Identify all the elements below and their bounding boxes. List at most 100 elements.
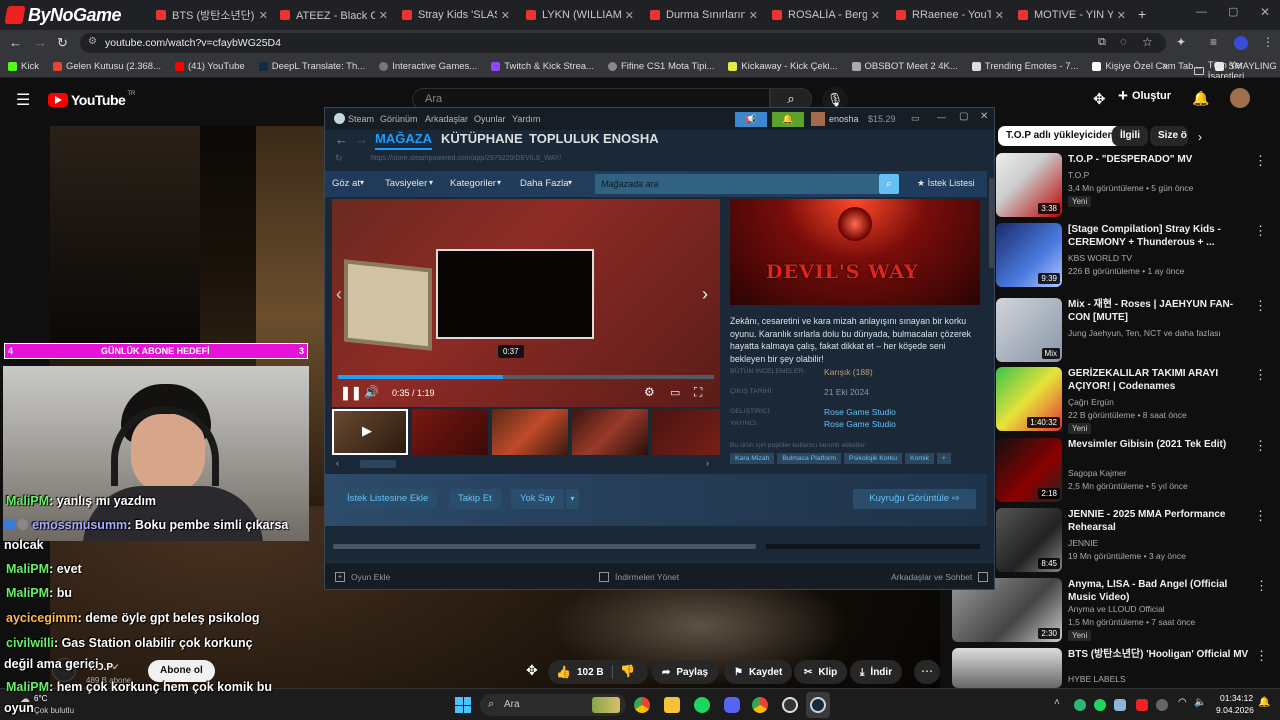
thumbnail-screenshot[interactable] bbox=[492, 409, 568, 455]
rec-video[interactable]: 8:45 JENNIE - 2025 MMA Performance Rehea… bbox=[996, 508, 1271, 576]
tag[interactable]: Psikolojik Korku bbox=[844, 453, 903, 464]
tag[interactable]: Bulmaca Platform bbox=[777, 453, 842, 464]
back-arrow-icon[interactable]: ← bbox=[335, 132, 348, 147]
ext-puzzle-icon[interactable]: ✥ bbox=[1093, 90, 1106, 108]
fullscreen-icon[interactable]: ⛶ bbox=[694, 385, 702, 400]
notifications-bell-icon[interactable]: 🔔 bbox=[1192, 90, 1209, 107]
ignore-button[interactable]: Yok Say bbox=[511, 489, 564, 509]
maximize-window-icon[interactable]: ▢ bbox=[1228, 5, 1238, 18]
more-actions-icon[interactable]: ⋮ bbox=[1254, 153, 1267, 169]
tray-expand-icon[interactable]: ˄ bbox=[1054, 697, 1060, 708]
trailer-player[interactable]: ‹ › 0:37 ❚❚ 🔊 0:35 / 1:19 ⚙ ▭ ⛶ bbox=[332, 199, 720, 407]
developer-value[interactable]: Rose Game Studio bbox=[824, 407, 896, 417]
site-info-icon[interactable]: ⚙ bbox=[88, 36, 97, 47]
youtube-logo[interactable]: YouTube TR bbox=[48, 91, 135, 108]
thumbnail-screenshot[interactable] bbox=[412, 409, 488, 455]
reload-icon[interactable]: ↻ bbox=[335, 153, 343, 164]
rec-video[interactable]: 2:18 Mevsimler Gibisin (2021 Tek Edit) S… bbox=[996, 438, 1271, 506]
bookmark-item[interactable]: Kickaway - Kick Çeki... bbox=[728, 61, 838, 72]
chrome-profile-icon[interactable] bbox=[752, 697, 768, 713]
more-actions-icon[interactable]: ⋮ bbox=[1255, 578, 1268, 594]
store-search-button[interactable]: ⌕ bbox=[879, 174, 899, 194]
more-actions-icon[interactable]: ⋮ bbox=[1254, 367, 1267, 383]
close-icon[interactable]: ✕ bbox=[980, 111, 988, 122]
more-actions-icon[interactable]: ⋮ bbox=[1254, 298, 1267, 314]
like-button[interactable]: 👍 102 B bbox=[556, 660, 604, 684]
bookmark-star-icon[interactable]: ☆ bbox=[1142, 35, 1153, 49]
menu-friends[interactable]: Arkadaşlar bbox=[425, 114, 468, 124]
steam-taskbar-button[interactable] bbox=[806, 692, 830, 718]
bookmark-item[interactable]: Trending Emotes - 7... bbox=[971, 61, 1078, 72]
store-nav-browse[interactable]: Göz at bbox=[332, 178, 360, 189]
rec-video[interactable]: 2:30 Anyma, LISA - Bad Angel (Official M… bbox=[952, 578, 1272, 646]
nav-community[interactable]: TOPLULUK bbox=[529, 131, 600, 146]
install-app-icon[interactable]: ⧉ bbox=[1098, 36, 1106, 49]
bookmark-item[interactable]: DeepL Translate: Th... bbox=[258, 61, 365, 72]
chip-for-you[interactable]: Size ö bbox=[1150, 126, 1188, 146]
browser-tab[interactable]: MOTIVE - YIN YANG ✕ bbox=[1018, 4, 1126, 26]
tray-app-icon[interactable] bbox=[1156, 699, 1168, 711]
store-nav-recommendations[interactable]: Tavsiyeler bbox=[385, 178, 427, 189]
thumbnail-screenshot[interactable] bbox=[572, 409, 648, 455]
browser-tab[interactable]: LYKN (WILLIAM) - I H ✕ bbox=[526, 4, 634, 26]
browser-tab[interactable]: RRaenee - YouTube ✕ bbox=[896, 4, 1004, 26]
thumbnails-scrollbar[interactable]: ‹ › bbox=[332, 458, 720, 470]
scroll-thumb[interactable] bbox=[360, 460, 396, 468]
close-window-icon[interactable]: ✕ bbox=[1260, 5, 1270, 19]
close-tab-icon[interactable]: ✕ bbox=[871, 9, 880, 22]
view-queue-button[interactable]: Kuyruğu Görüntüle ⇨ bbox=[853, 489, 976, 509]
share-button[interactable]: ➦ Paylaş bbox=[652, 660, 719, 684]
bookmark-item[interactable]: Twitch & Kick Strea... bbox=[491, 61, 594, 72]
close-tab-icon[interactable]: ✕ bbox=[379, 9, 388, 22]
more-actions-icon[interactable]: ⋮ bbox=[1254, 223, 1267, 239]
bookmark-item[interactable]: Kişiye Özel Cam Tab... bbox=[1092, 61, 1201, 72]
rec-video[interactable]: 3:38 T.O.P - "DESPERADO" MV T.O.P 3,4 Mn… bbox=[996, 153, 1271, 221]
new-tab-icon[interactable]: + bbox=[1138, 6, 1146, 22]
chip-uploader[interactable]: T.O.P adlı yükleyiciden bbox=[998, 126, 1122, 146]
ext-puzzle-icon[interactable]: ✥ bbox=[526, 662, 538, 679]
wishlist-link[interactable]: ★ İstek Listesi bbox=[917, 178, 975, 189]
rec-video[interactable]: 9:39 [Stage Compilation] Stray Kids - CE… bbox=[996, 223, 1271, 291]
clip-button[interactable]: ✂ Klip bbox=[794, 660, 848, 684]
tray-app-icon[interactable] bbox=[1136, 699, 1148, 711]
add-to-wishlist-button[interactable]: İstek Listesine Ekle bbox=[338, 489, 438, 509]
store-scrollbar[interactable] bbox=[989, 178, 994, 268]
user-avatar[interactable] bbox=[1230, 88, 1250, 108]
tray-app-icon[interactable] bbox=[1094, 699, 1106, 711]
close-tab-icon[interactable]: ✕ bbox=[625, 9, 634, 22]
chips-next-icon[interactable]: › bbox=[1198, 130, 1202, 144]
more-bookmarks-icon[interactable]: » bbox=[1162, 60, 1168, 72]
profile-avatar-icon[interactable] bbox=[1234, 36, 1248, 50]
browser-tab[interactable]: BTS (방탄소년단) - 고 ✕ bbox=[156, 4, 268, 26]
trailer-prev-icon[interactable]: ‹ bbox=[336, 284, 342, 305]
browser-tab[interactable]: Stray Kids 'SLASH' Ly ✕ bbox=[402, 4, 510, 26]
nav-library[interactable]: KÜTÜPHANE bbox=[441, 131, 523, 146]
eye-off-icon[interactable]: ◌ bbox=[1120, 36, 1127, 48]
start-button[interactable] bbox=[455, 697, 471, 713]
address-bar[interactable]: ⚙ youtube.com/watch?v=cfaybWG25D4 ⧉ ◌ ☆ bbox=[80, 33, 1166, 53]
download-button[interactable]: ⤓ İndir bbox=[850, 660, 903, 684]
tray-app-icon[interactable] bbox=[1074, 699, 1086, 711]
browser-tab[interactable]: ATEEZ - Black Cat(검 ✕ bbox=[280, 4, 388, 26]
seek-bar[interactable] bbox=[338, 375, 714, 379]
browser-menu-icon[interactable]: ⋮ bbox=[1262, 35, 1274, 49]
store-search-input[interactable]: Mağazada ara bbox=[595, 174, 879, 194]
thumbnail-screenshot[interactable] bbox=[652, 409, 720, 455]
pause-icon[interactable]: ❚❚ bbox=[340, 385, 362, 401]
tag[interactable]: Komik bbox=[905, 453, 934, 464]
extensions-icon[interactable]: ✦ bbox=[1176, 35, 1186, 49]
discord-icon[interactable] bbox=[724, 697, 740, 713]
spotify-icon[interactable] bbox=[694, 697, 710, 713]
close-tab-icon[interactable]: ✕ bbox=[1117, 9, 1126, 22]
menu-steam[interactable]: Steam bbox=[348, 114, 374, 124]
browser-tab[interactable]: ROSALÍA - Berghain ✕ bbox=[772, 4, 880, 26]
subscribe-button[interactable]: Abone ol bbox=[148, 660, 215, 682]
forward-arrow-icon[interactable]: → bbox=[355, 132, 368, 147]
chrome-taskbar-icon[interactable] bbox=[634, 697, 650, 713]
more-actions-icon[interactable]: ⋮ bbox=[1254, 508, 1267, 524]
announcements-button[interactable]: 📢 bbox=[735, 112, 767, 127]
browser-tab[interactable]: Durma Sınırlarını Zor ✕ bbox=[650, 4, 758, 26]
nav-store[interactable]: MAĞAZA bbox=[375, 131, 433, 150]
chip-related[interactable]: İlgili bbox=[1112, 126, 1148, 146]
follow-button[interactable]: Takip Et bbox=[449, 489, 501, 509]
